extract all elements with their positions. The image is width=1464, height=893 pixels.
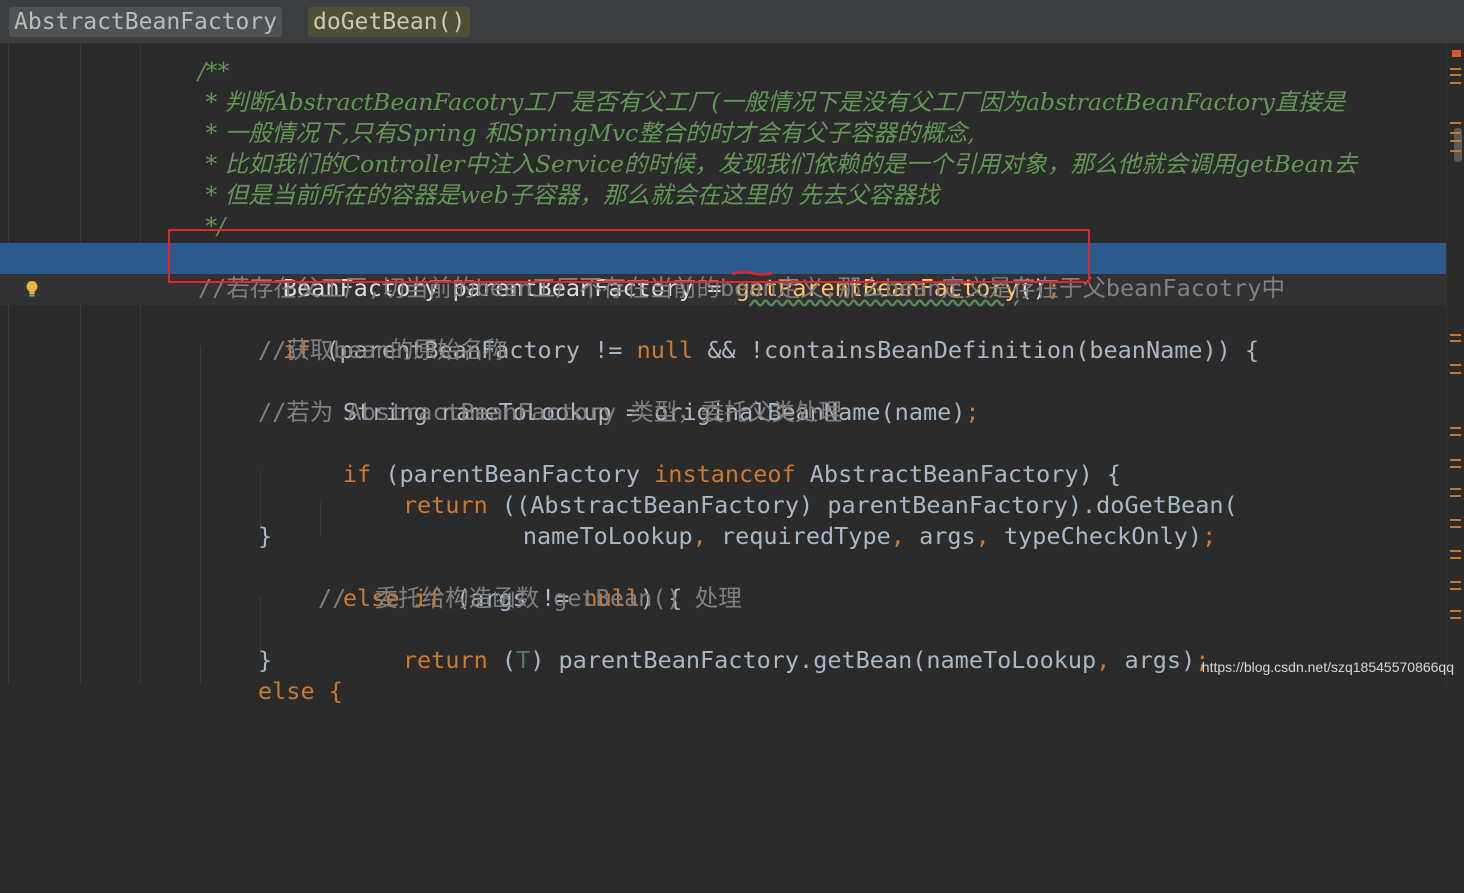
code-line-if: if (parentBeanFactory != null && !contai… [282,336,1260,364]
code-line-else: else { [258,677,343,705]
breadcrumb-method[interactable]: doGetBean() [308,7,471,37]
annotation-box [168,229,1090,283]
comment-line: //若为 AbstractBeanFactory 类型，委托父类处理 [258,398,842,426]
code-line-brace: } [258,646,273,674]
code-line-if-instanceof: if (parentBeanFactory instanceof Abstrac… [342,460,1122,488]
watermark: https://blog.csdn.net/szq18545570866qq [1201,659,1454,675]
annotation-underline [731,270,773,276]
code-line-return-args: nameToLookup, requiredType, args, typeCh… [522,522,1217,550]
gutter-divider [80,44,81,685]
doc-line: * 判断AbstractBeanFacotry工厂是否有父工厂(一般情况下是没有… [198,88,1346,116]
breadcrumb-class[interactable]: AbstractBeanFactory [9,7,283,37]
gutter-border [8,44,9,685]
code-line-return: return ((AbstractBeanFactory) parentBean… [402,491,1238,519]
doc-line: * 比如我们的Controller中注入Service的时候，发现我们依赖的是一… [198,150,1358,178]
code-line-name: String nameToLookup = originalBeanName(n… [342,398,980,426]
gutter-divider [140,44,141,685]
code-block: /** * 判断AbstractBeanFacotry工厂是否有父工厂(一般情况… [198,56,1357,893]
doc-line: * 但是当前所在的容器是web子容器，那么就会在这里的 先去父容器找 [198,181,940,209]
breadcrumb-bar: AbstractBeanFactory doGetBean() [0,0,1464,44]
code-line-brace: } [258,522,273,550]
lightbulb-icon[interactable] [25,280,39,298]
doc-line: * 一般情况下,只有Spring 和SpringMvc整合的时才会有父子容器的概… [198,119,975,147]
code-line-else-if: else if (args != null) { [342,584,683,612]
comment-line: // 委托给构造函数 getBean() 处理 [318,584,742,612]
code-editor[interactable]: /** * 判断AbstractBeanFacotry工厂是否有父工厂(一般情况… [0,44,1464,705]
doc-line: /** [198,57,230,85]
code-line-return-getbean: return (T) parentBeanFactory.getBean(nam… [402,646,1210,674]
error-marker[interactable] [1452,50,1461,57]
comment-line: //获取bean的原始名称 [258,336,508,364]
scrollbar[interactable] [1446,44,1464,685]
